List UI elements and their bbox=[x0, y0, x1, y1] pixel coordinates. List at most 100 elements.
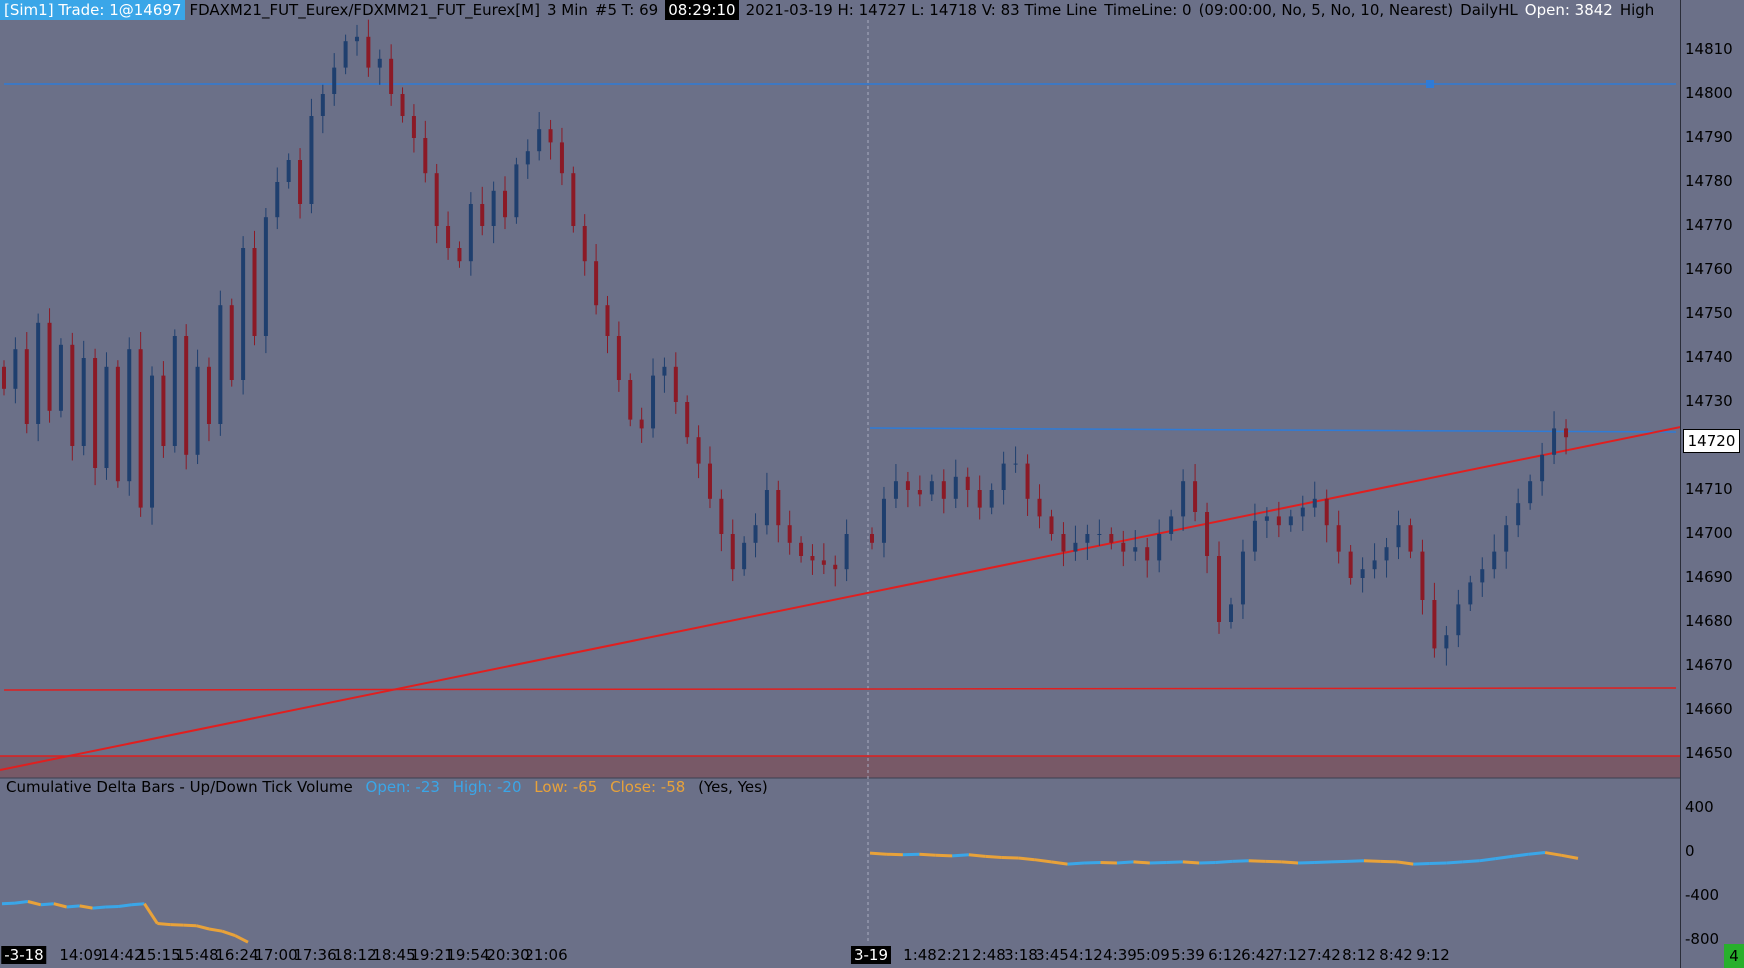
candle-down[interactable] bbox=[1408, 525, 1413, 552]
candle-up[interactable] bbox=[1073, 542, 1078, 552]
candle-down[interactable] bbox=[582, 226, 587, 262]
candle-up[interactable] bbox=[514, 164, 519, 218]
candle-up[interactable] bbox=[753, 525, 758, 543]
candle-down[interactable] bbox=[628, 380, 633, 420]
candle-down[interactable] bbox=[616, 336, 621, 380]
candle-up[interactable] bbox=[195, 366, 200, 455]
candle-down[interactable] bbox=[559, 142, 564, 174]
candle-up[interactable] bbox=[1384, 547, 1389, 561]
candle-up[interactable] bbox=[468, 204, 473, 262]
candle-up[interactable] bbox=[1097, 534, 1102, 535]
candle-down[interactable] bbox=[707, 463, 712, 499]
candle-down[interactable] bbox=[298, 160, 303, 204]
candle-down[interactable] bbox=[605, 305, 610, 336]
candle-up[interactable] bbox=[58, 344, 63, 411]
candle-down[interactable] bbox=[685, 402, 690, 438]
candle-up[interactable] bbox=[1396, 525, 1401, 548]
candle-down[interactable] bbox=[446, 226, 451, 248]
candle-up[interactable] bbox=[1528, 481, 1533, 504]
candle-down[interactable] bbox=[423, 138, 428, 174]
candle-down[interactable] bbox=[1037, 498, 1042, 517]
candle-up[interactable] bbox=[1228, 604, 1233, 622]
candle-up[interactable] bbox=[81, 358, 86, 446]
candle-up[interactable] bbox=[1133, 547, 1138, 552]
candle-up[interactable] bbox=[844, 534, 849, 570]
candle-up[interactable] bbox=[127, 349, 132, 482]
candle-up[interactable] bbox=[1001, 463, 1006, 490]
candle-up[interactable] bbox=[13, 349, 18, 389]
candle-down[interactable] bbox=[161, 375, 166, 446]
candle-down[interactable] bbox=[400, 94, 405, 116]
chart-canvas[interactable] bbox=[0, 0, 1680, 968]
candle-down[interactable] bbox=[1025, 463, 1030, 499]
candle-down[interactable] bbox=[1420, 551, 1425, 600]
candle-up[interactable] bbox=[1444, 635, 1449, 649]
resistance-handle[interactable] bbox=[1426, 80, 1434, 88]
candle-up[interactable] bbox=[1240, 551, 1245, 605]
candle-up[interactable] bbox=[525, 151, 530, 165]
candle-down[interactable] bbox=[594, 261, 599, 306]
candle-up[interactable] bbox=[1360, 569, 1365, 578]
candle-down[interactable] bbox=[115, 366, 120, 482]
candle-down[interactable] bbox=[965, 476, 970, 490]
candle-down[interactable] bbox=[1121, 542, 1126, 552]
candle-up[interactable] bbox=[1300, 507, 1305, 517]
candle-up[interactable] bbox=[881, 498, 886, 543]
candle-down[interactable] bbox=[389, 58, 394, 94]
candle-down[interactable] bbox=[24, 349, 29, 424]
candle-up[interactable] bbox=[989, 490, 994, 508]
candle-up[interactable] bbox=[218, 305, 223, 424]
candle-down[interactable] bbox=[411, 116, 416, 138]
candle-up[interactable] bbox=[893, 481, 898, 499]
candle-up[interactable] bbox=[491, 190, 496, 226]
instrument-label[interactable]: FDAXM21_FUT_Eurex/FDXMM21_FUT_Eurex[M] bbox=[189, 1, 539, 19]
candle-down[interactable] bbox=[905, 481, 910, 490]
candle-up[interactable] bbox=[953, 476, 958, 499]
candle-down[interactable] bbox=[719, 498, 724, 534]
candle-up[interactable] bbox=[1169, 516, 1174, 534]
candle-down[interactable] bbox=[138, 349, 143, 508]
candle-down[interactable] bbox=[229, 305, 234, 380]
candle-down[interactable] bbox=[821, 560, 826, 565]
candle-down[interactable] bbox=[799, 542, 804, 556]
candle-up[interactable] bbox=[764, 490, 769, 526]
candle-down[interactable] bbox=[571, 173, 576, 226]
candle-up[interactable] bbox=[1552, 428, 1557, 455]
candle-down[interactable] bbox=[917, 490, 922, 495]
indicator-name[interactable]: Cumulative Delta Bars - Up/Down Tick Vol… bbox=[6, 778, 353, 796]
candle-up[interactable] bbox=[1372, 560, 1377, 570]
candle-down[interactable] bbox=[548, 129, 553, 143]
candle-down[interactable] bbox=[1276, 516, 1281, 526]
candle-up[interactable] bbox=[172, 336, 177, 446]
candle-up[interactable] bbox=[1312, 498, 1317, 508]
candle-down[interactable] bbox=[1205, 512, 1210, 556]
candle-down[interactable] bbox=[457, 248, 462, 262]
candle-up[interactable] bbox=[104, 366, 109, 468]
candle-up[interactable] bbox=[263, 217, 268, 336]
candle-down[interactable] bbox=[184, 336, 189, 455]
candle-down[interactable] bbox=[1336, 525, 1341, 552]
candle-down[interactable] bbox=[1061, 534, 1066, 552]
candle-up[interactable] bbox=[1013, 463, 1018, 465]
candle-up[interactable] bbox=[309, 116, 314, 204]
candle-down[interactable] bbox=[1217, 556, 1222, 622]
candle-up[interactable] bbox=[1157, 534, 1162, 561]
candle-up[interactable] bbox=[150, 375, 155, 508]
candle-down[interactable] bbox=[70, 344, 75, 446]
candle-up[interactable] bbox=[1085, 534, 1090, 543]
candle-down[interactable] bbox=[833, 564, 838, 570]
candle-down[interactable] bbox=[776, 490, 781, 526]
candle-down[interactable] bbox=[639, 419, 644, 429]
candle-up[interactable] bbox=[377, 58, 382, 68]
candle-down[interactable] bbox=[434, 173, 439, 226]
candle-up[interactable] bbox=[537, 129, 542, 152]
candle-down[interactable] bbox=[787, 525, 792, 543]
candle-up[interactable] bbox=[332, 67, 337, 94]
candle-up[interactable] bbox=[651, 375, 656, 429]
candle-down[interactable] bbox=[1432, 600, 1437, 649]
candle-up[interactable] bbox=[1540, 454, 1545, 482]
candle-up[interactable] bbox=[1480, 569, 1485, 583]
candle-up[interactable] bbox=[241, 248, 246, 380]
period-label[interactable]: 3 Min bbox=[547, 1, 588, 19]
candle-up[interactable] bbox=[1504, 525, 1509, 552]
